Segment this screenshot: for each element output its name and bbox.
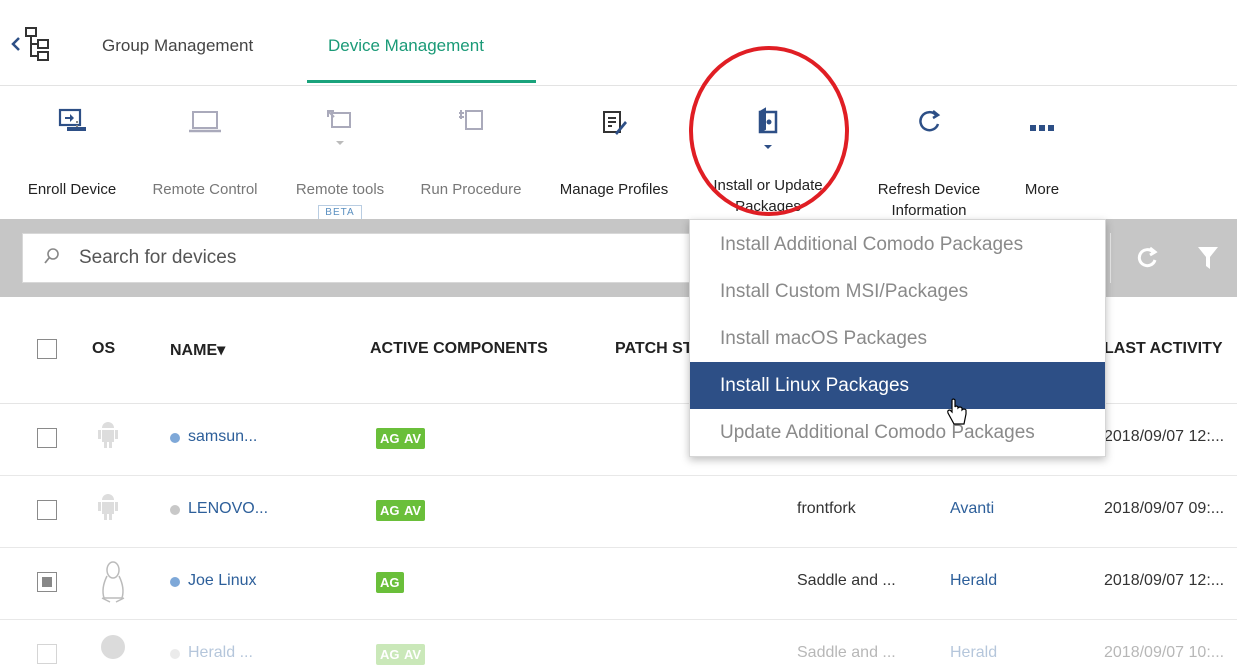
- table-row[interactable]: LENOVO... AG AV frontfork Avanti 2018/09…: [0, 476, 1237, 548]
- more-button[interactable]: More: [1012, 107, 1072, 200]
- remote-tools-button[interactable]: Remote tools BETA: [285, 107, 395, 221]
- menu-item-install-linux[interactable]: Install Linux Packages: [690, 362, 1105, 409]
- back-tree-icon[interactable]: [10, 22, 60, 66]
- menu-item-update-additional-comodo[interactable]: Update Additional Comodo Packages: [690, 409, 1105, 456]
- component-badge-av: AV: [400, 644, 426, 665]
- manage-profiles-label: Manage Profiles: [559, 181, 669, 198]
- device-name-link[interactable]: Joe Linux: [188, 572, 257, 590]
- remote-tools-label: Remote tools: [295, 181, 385, 198]
- status-dot-online: [170, 577, 180, 587]
- header-name[interactable]: NAME▾: [170, 340, 225, 360]
- remote-control-label: Remote Control: [152, 181, 258, 198]
- android-icon: [96, 418, 120, 463]
- remote-tools-icon: [285, 107, 395, 149]
- device-name-link[interactable]: Herald ...: [188, 644, 253, 662]
- search-input[interactable]: Search for devices: [79, 247, 236, 269]
- top-tab-bar: Group Management Device Management: [0, 0, 1237, 86]
- row-checkbox[interactable]: [37, 428, 57, 448]
- search-icon: [43, 247, 63, 270]
- more-label: More: [1024, 181, 1060, 198]
- customer-link[interactable]: Herald: [950, 644, 997, 662]
- row-checkbox[interactable]: [37, 644, 57, 664]
- menu-item-install-additional-comodo[interactable]: Install Additional Comodo Packages: [690, 221, 1105, 268]
- last-activity: 2018/09/07 12:...: [1104, 572, 1225, 589]
- linux-icon: [98, 558, 128, 609]
- customer-link[interactable]: Avanti: [950, 500, 994, 518]
- table-row[interactable]: Joe Linux AG Saddle and ... Herald 2018/…: [0, 548, 1237, 620]
- apple-icon: [98, 632, 128, 667]
- header-last-activity[interactable]: LAST ACTIVITY: [1104, 340, 1223, 358]
- enroll-device-button[interactable]: Enroll Device: [20, 107, 124, 200]
- active-tab-indicator: [307, 80, 536, 83]
- device-toolbar: Enroll Device Remote Control Remote tool…: [0, 87, 1237, 221]
- enroll-device-label: Enroll Device: [27, 181, 117, 198]
- status-dot-offline: [170, 649, 180, 659]
- refresh-label-line2: Information: [891, 202, 967, 219]
- component-badge-av: AV: [400, 428, 426, 449]
- tab-group-management[interactable]: Group Management: [102, 36, 253, 56]
- row-checkbox[interactable]: [37, 500, 57, 520]
- laptop-icon: [144, 107, 266, 149]
- component-badge-ag: AG: [376, 572, 404, 593]
- refresh-list-icon[interactable]: [1134, 245, 1160, 276]
- customer-link[interactable]: Herald: [950, 572, 997, 590]
- run-procedure-button[interactable]: Run Procedure: [412, 107, 530, 200]
- menu-item-install-custom-msi[interactable]: Install Custom MSI/Packages: [690, 268, 1105, 315]
- android-icon: [96, 490, 120, 535]
- remote-control-button[interactable]: Remote Control: [144, 107, 266, 200]
- row-checkbox[interactable]: [37, 572, 57, 592]
- status-dot-online: [170, 433, 180, 443]
- refresh-icon: [862, 107, 996, 149]
- company-name: frontfork: [797, 500, 856, 517]
- device-name-link[interactable]: samsun...: [188, 428, 257, 446]
- tab-device-management[interactable]: Device Management: [328, 36, 484, 56]
- header-name-label: NAME: [170, 342, 218, 359]
- menu-item-install-macos[interactable]: Install macOS Packages: [690, 315, 1105, 362]
- more-dots-icon: [1012, 107, 1072, 149]
- hand-cursor-icon: [946, 398, 968, 433]
- device-name-link[interactable]: LENOVO...: [188, 500, 268, 518]
- header-os[interactable]: OS: [92, 340, 115, 358]
- filter-icon[interactable]: [1196, 245, 1220, 276]
- header-active-components[interactable]: ACTIVE COMPONENTS: [370, 340, 548, 358]
- sort-desc-icon: ▾: [217, 342, 226, 359]
- run-procedure-icon: [412, 107, 530, 149]
- table-row[interactable]: Herald ... AG AV Saddle and ... Herald 2…: [0, 620, 1237, 668]
- component-badge-av: AV: [400, 500, 426, 521]
- annotation-highlight-circle: [689, 46, 849, 216]
- refresh-label-line1: Refresh Device: [877, 181, 981, 198]
- refresh-device-information-button[interactable]: Refresh Device Information: [862, 107, 996, 221]
- install-packages-dropdown: Install Additional Comodo Packages Insta…: [689, 219, 1106, 457]
- run-procedure-label: Run Procedure: [420, 181, 522, 198]
- company-name: Saddle and ...: [797, 572, 896, 589]
- divider: [1110, 233, 1111, 283]
- manage-profiles-icon: [548, 107, 680, 149]
- company-name: Saddle and ...: [797, 644, 896, 661]
- last-activity: 2018/09/07 09:...: [1104, 500, 1225, 517]
- enroll-device-icon: [20, 107, 124, 149]
- status-dot-offline: [170, 505, 180, 515]
- last-activity: 2018/09/07 12:...: [1104, 428, 1225, 445]
- header-patch-status[interactable]: PATCH ST: [615, 340, 693, 358]
- last-activity: 2018/09/07 10:...: [1104, 644, 1225, 661]
- manage-profiles-button[interactable]: Manage Profiles: [548, 107, 680, 200]
- select-all-checkbox[interactable]: [37, 339, 57, 359]
